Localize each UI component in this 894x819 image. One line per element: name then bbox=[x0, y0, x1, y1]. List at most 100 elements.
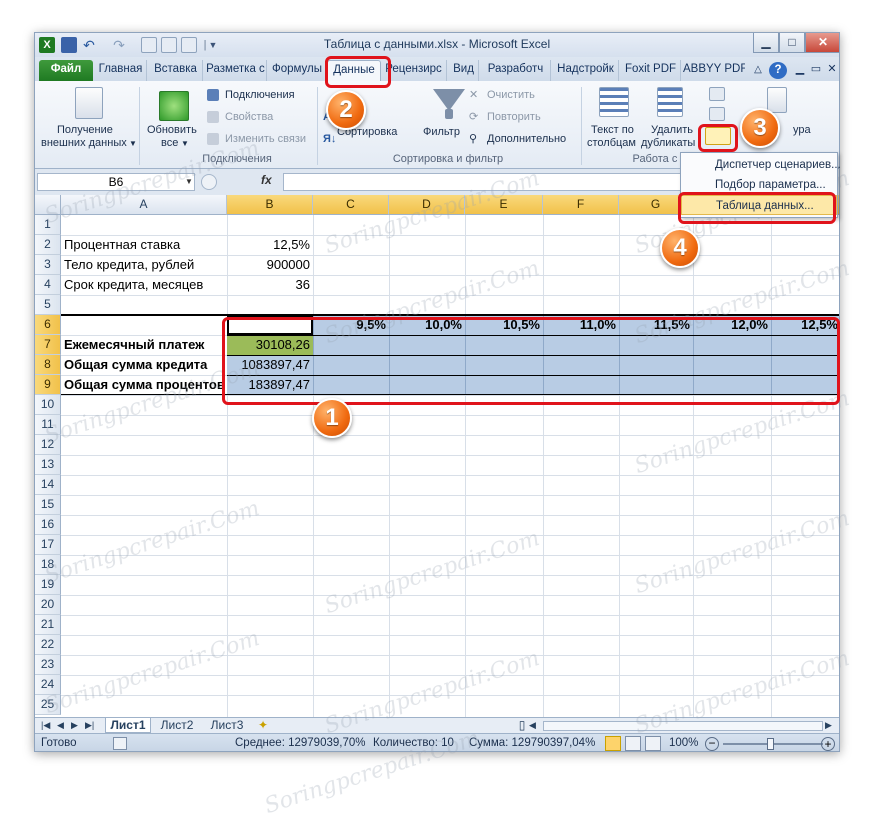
refresh-all-label-2[interactable]: все bbox=[161, 137, 178, 150]
menu-item-scenario-manager[interactable]: Диспетчер сценариев... bbox=[681, 155, 841, 175]
row-header[interactable]: 21 bbox=[35, 615, 61, 635]
minimize-button[interactable]: ▁ bbox=[753, 33, 779, 53]
insert-sheet-icon[interactable]: ✦ bbox=[253, 718, 273, 733]
zoom-in-icon[interactable]: + bbox=[821, 737, 835, 751]
tab-page-layout[interactable]: Разметка с bbox=[205, 60, 267, 81]
gridline bbox=[61, 615, 839, 616]
row-header[interactable]: 22 bbox=[35, 635, 61, 655]
cell-b4[interactable]: 36 bbox=[227, 275, 313, 295]
clear-button[interactable]: Очистить bbox=[487, 89, 535, 102]
data-validation-icon[interactable] bbox=[709, 87, 725, 101]
row-header[interactable]: 2 bbox=[35, 235, 61, 255]
row-header[interactable]: 9 bbox=[35, 375, 61, 395]
scroll-left-icon[interactable]: ◀ bbox=[529, 718, 536, 733]
sheet-tab-3[interactable]: Лист3 bbox=[205, 718, 249, 733]
zoom-out-icon[interactable]: − bbox=[705, 737, 719, 751]
doc-close-icon[interactable]: ✕ bbox=[825, 60, 839, 81]
sheet-tab-1[interactable]: Лист1 bbox=[105, 718, 151, 733]
row-header[interactable]: 8 bbox=[35, 355, 61, 375]
connections-icon[interactable] bbox=[207, 89, 219, 101]
column-header-b[interactable]: B bbox=[227, 195, 313, 215]
advanced-button[interactable]: Дополнительно bbox=[487, 133, 566, 146]
text-to-columns-label-2[interactable]: столбцам bbox=[587, 137, 636, 150]
cell-a7[interactable]: Ежемесячный платеж bbox=[61, 335, 227, 355]
refresh-all-label-1[interactable]: Обновить bbox=[147, 124, 197, 137]
refresh-all-icon[interactable] bbox=[159, 91, 189, 121]
remove-duplicates-label-1[interactable]: Удалить bbox=[651, 124, 693, 137]
cell-a4[interactable]: Срок кредита, месяцев bbox=[61, 275, 227, 295]
get-external-data-label-2[interactable]: внешних данных bbox=[41, 137, 127, 150]
gridline bbox=[543, 215, 544, 717]
row-header[interactable]: 15 bbox=[35, 495, 61, 515]
normal-view-icon[interactable] bbox=[605, 736, 621, 751]
help-icon[interactable]: ? bbox=[769, 62, 787, 79]
refresh-chevron-icon[interactable]: ▼ bbox=[181, 137, 189, 150]
highlight-table-range bbox=[222, 317, 840, 405]
column-header-f[interactable]: F bbox=[543, 195, 619, 215]
tab-view[interactable]: Вид bbox=[449, 60, 479, 81]
outline-icon[interactable] bbox=[767, 87, 787, 113]
tab-developer[interactable]: Разработч bbox=[481, 60, 551, 81]
cell-b3[interactable]: 900000 bbox=[227, 255, 313, 275]
sheet-tab-2[interactable]: Лист2 bbox=[155, 718, 199, 733]
row-header[interactable]: 6 bbox=[35, 315, 61, 335]
row-header[interactable]: 5 bbox=[35, 295, 61, 315]
tab-home[interactable]: Главная bbox=[95, 60, 147, 81]
row-header[interactable]: 7 bbox=[35, 335, 61, 355]
tab-abbyy-pdf[interactable]: ABBYY PDF bbox=[683, 60, 745, 81]
close-button[interactable]: ✕ bbox=[805, 33, 839, 53]
tab-addins[interactable]: Надстройк bbox=[553, 60, 619, 81]
row-header[interactable]: 10 bbox=[35, 395, 61, 415]
filter-button[interactable]: Фильтр bbox=[423, 126, 460, 139]
row-header[interactable]: 13 bbox=[35, 455, 61, 475]
row-header[interactable]: 17 bbox=[35, 535, 61, 555]
cell-a3[interactable]: Тело кредита, рублей bbox=[61, 255, 227, 275]
edit-links-icon bbox=[207, 133, 219, 145]
row-header[interactable]: 3 bbox=[35, 255, 61, 275]
column-header-c[interactable]: C bbox=[313, 195, 389, 215]
get-external-data-label-1[interactable]: Получение bbox=[57, 124, 113, 137]
get-external-chevron-icon[interactable]: ▼ bbox=[129, 137, 137, 150]
properties-button[interactable]: Свойства bbox=[225, 111, 273, 124]
text-to-columns-icon[interactable] bbox=[599, 87, 629, 117]
status-ready: Готово bbox=[41, 737, 77, 749]
reapply-button[interactable]: Повторить bbox=[487, 111, 541, 124]
insert-function-icon[interactable]: fx bbox=[261, 173, 272, 187]
next-sheet-icon[interactable]: ▶ bbox=[71, 718, 78, 733]
prev-sheet-icon[interactable]: ◀ bbox=[57, 718, 64, 733]
zoom-slider-thumb[interactable] bbox=[767, 738, 774, 750]
text-to-columns-label-1[interactable]: Текст по bbox=[591, 124, 634, 137]
connections-button[interactable]: Подключения bbox=[225, 89, 295, 102]
remove-duplicates-label-2[interactable]: дубликаты bbox=[641, 137, 695, 150]
cell-a2[interactable]: Процентная ставка bbox=[61, 235, 227, 255]
doc-restore-icon[interactable]: ▭ bbox=[809, 60, 823, 81]
doc-minimize-icon[interactable]: ▁ bbox=[793, 60, 807, 81]
tab-split-handle[interactable]: ▯ bbox=[517, 718, 527, 733]
outline-label-partial[interactable]: ура bbox=[793, 124, 811, 137]
tab-file[interactable]: Файл bbox=[39, 60, 93, 81]
tab-foxit-pdf[interactable]: Foxit PDF bbox=[621, 60, 681, 81]
filter-icon[interactable] bbox=[433, 89, 465, 111]
callout-4: 4 bbox=[660, 228, 700, 268]
macro-record-icon[interactable] bbox=[113, 737, 127, 750]
get-external-data-icon[interactable] bbox=[75, 87, 103, 119]
consolidate-icon[interactable] bbox=[709, 107, 725, 121]
ribbon-minimize-icon[interactable]: △ bbox=[751, 60, 765, 81]
first-sheet-icon[interactable]: |◀ bbox=[41, 718, 50, 733]
remove-duplicates-icon[interactable] bbox=[657, 87, 683, 117]
page-break-view-icon[interactable] bbox=[645, 736, 661, 751]
row-header[interactable]: 20 bbox=[35, 595, 61, 615]
sort-za-icon[interactable]: Я↓ bbox=[323, 133, 336, 146]
maximize-button[interactable]: □ bbox=[779, 33, 805, 53]
scroll-right-icon[interactable]: ▶ bbox=[825, 718, 832, 733]
row-header[interactable]: 14 bbox=[35, 475, 61, 495]
row-header[interactable]: 23 bbox=[35, 655, 61, 675]
row-header[interactable]: 16 bbox=[35, 515, 61, 535]
last-sheet-icon[interactable]: ▶| bbox=[85, 718, 94, 733]
cell-b2[interactable]: 12,5% bbox=[227, 235, 313, 255]
highlight-data-tab bbox=[325, 56, 391, 88]
tab-insert[interactable]: Вставка bbox=[149, 60, 203, 81]
zoom-level[interactable]: 100% bbox=[669, 737, 698, 749]
tab-formulas[interactable]: Формулы bbox=[269, 60, 325, 81]
row-header[interactable]: 4 bbox=[35, 275, 61, 295]
